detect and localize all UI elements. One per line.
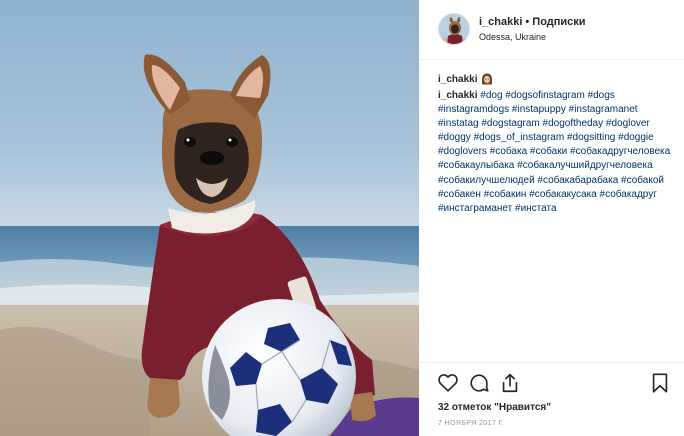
post-sidebar: i_chakki • Подписки Odessa, Ukraine i_chak… xyxy=(419,0,684,436)
action-bar xyxy=(437,372,669,396)
header-user-line: i_chakki • Подписки xyxy=(479,16,586,28)
post-photo[interactable] xyxy=(0,0,419,436)
bookmark-icon[interactable] xyxy=(649,372,671,394)
header-separator: • xyxy=(525,16,530,28)
instagram-post: i_chakki • Подписки Odessa, Ukraine i_chak… xyxy=(0,0,684,436)
follow-button[interactable]: Подписки xyxy=(532,16,585,28)
caption-hashtags[interactable]: #dog #dogsofinstagram #dogs #instagramdo… xyxy=(438,90,670,214)
avatar[interactable] xyxy=(438,13,470,45)
caption-username[interactable]: i_chakki xyxy=(438,74,477,85)
location-link[interactable]: Odessa, Ukraine xyxy=(479,32,546,42)
post-date[interactable]: 7 НОЯБРЯ 2017 Г. xyxy=(438,420,504,427)
french-bulldog-photo xyxy=(0,54,419,436)
share-icon[interactable] xyxy=(499,372,521,394)
woman-with-headscarf-emoji xyxy=(481,73,493,85)
heart-icon[interactable] xyxy=(437,372,459,394)
caption-owner[interactable]: i_chakki xyxy=(438,90,477,101)
header-username[interactable]: i_chakki xyxy=(479,16,522,28)
actions-divider xyxy=(419,362,684,363)
post-caption: i_chakki i_chakki #dog #dogsofinstagram … xyxy=(438,71,674,216)
dog-avatar-image xyxy=(439,14,469,44)
likes-count[interactable]: 32 отметок "Нравится" xyxy=(438,402,551,413)
caption-text: i_chakki #dog #dogsofinstagram #dogs #in… xyxy=(438,89,674,216)
comment-icon[interactable] xyxy=(468,372,490,394)
post-header: i_chakki • Подписки Odessa, Ukraine xyxy=(419,0,684,60)
caption-author: i_chakki xyxy=(438,71,674,87)
